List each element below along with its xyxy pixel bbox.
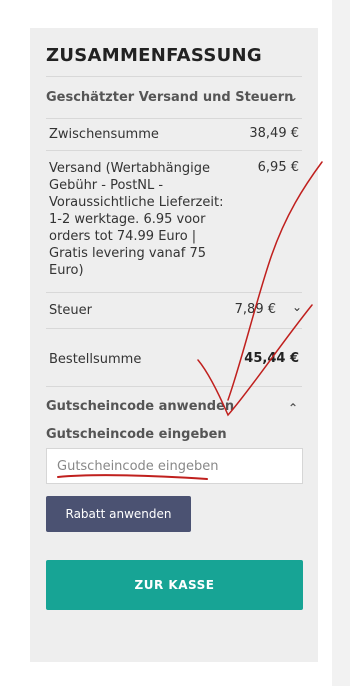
order-summary-panel: ZUSAMMENFASSUNG Geschätzter Versand und … [30, 28, 318, 662]
shipping-tax-label: Geschätzter Versand und Steuern [46, 90, 294, 105]
divider [46, 328, 302, 329]
chevron-down-icon: ⌄ [287, 90, 298, 104]
shipping-label-line: Gratis levering vanaf 75 [49, 246, 206, 261]
divider [46, 118, 302, 119]
grand-total-value: 45,44 € [244, 351, 299, 366]
checkout-button[interactable]: ZUR KASSE [46, 560, 303, 610]
grand-total-label: Bestellsumme [49, 352, 142, 367]
shipping-tax-toggle[interactable]: Geschätzter Versand und Steuern ⌄ [46, 90, 302, 105]
shipping-value: 6,95 € [257, 160, 299, 175]
right-edge-strip [332, 0, 350, 686]
coupon-toggle[interactable]: Gutscheincode anwenden ⌃ [46, 399, 302, 415]
chevron-down-icon[interactable]: ⌄ [292, 300, 302, 314]
divider [46, 150, 302, 151]
shipping-label-line: Versand (Wertabhängige [49, 161, 210, 176]
shipping-label-line: Euro) [49, 263, 84, 278]
coupon-input[interactable] [46, 448, 303, 484]
divider [46, 76, 302, 77]
chevron-up-icon: ⌃ [287, 401, 298, 415]
shipping-label-line: Gebühr - PostNL - [49, 178, 164, 193]
apply-discount-button[interactable]: Rabatt anwenden [46, 496, 191, 532]
coupon-field-label: Gutscheincode eingeben [46, 427, 227, 442]
tax-value: 7,89 € [234, 302, 276, 317]
shipping-label-line: orders tot 74.99 Euro | [49, 229, 197, 244]
subtotal-label: Zwischensumme [49, 127, 159, 142]
tax-label: Steuer [49, 303, 92, 318]
shipping-label: Versand (Wertabhängige Gebühr - PostNL -… [49, 160, 223, 279]
summary-title: ZUSAMMENFASSUNG [46, 45, 262, 66]
subtotal-value: 38,49 € [249, 126, 299, 141]
shipping-label-line: 1-2 werktage. 6.95 voor [49, 212, 206, 227]
divider [46, 386, 302, 387]
shipping-label-line: Voraussichtliche Lieferzeit: [49, 195, 224, 210]
divider [46, 292, 302, 293]
coupon-section-label: Gutscheincode anwenden [46, 399, 235, 414]
